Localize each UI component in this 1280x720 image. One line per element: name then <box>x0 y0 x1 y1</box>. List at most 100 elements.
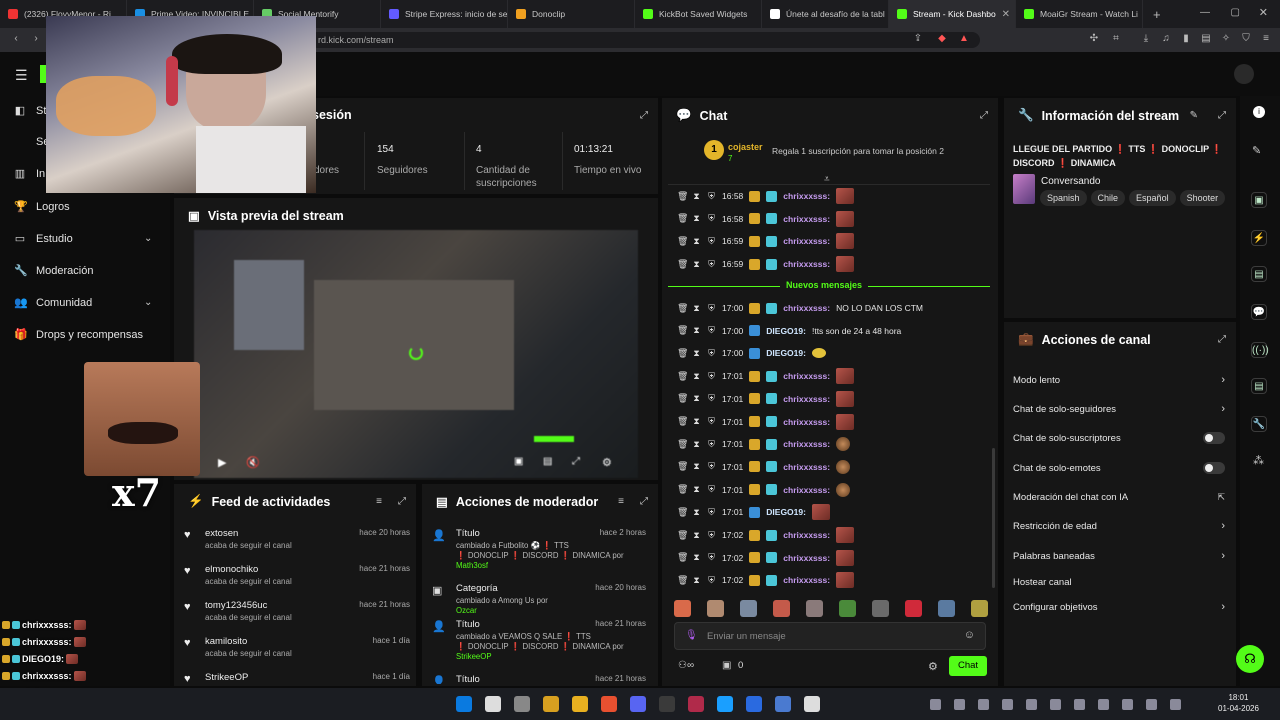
delete-icon[interactable]: 🗑 <box>677 484 688 495</box>
tray-icon[interactable] <box>1122 699 1133 710</box>
chat-message[interactable]: 🗑 ⧗ ⛨ 17:01 DIEGO19: <box>677 503 830 521</box>
task-view-icon[interactable] <box>514 696 530 712</box>
timeout-icon[interactable]: ⧗ <box>692 303 701 314</box>
channel-action[interactable]: Restricción de edad › <box>1013 519 1225 533</box>
message-user[interactable]: chrixxxsss: <box>783 214 830 224</box>
popout-icon[interactable]: ⤢ <box>980 110 988 121</box>
emote-icon[interactable] <box>806 600 823 617</box>
delete-icon[interactable]: 🗑 <box>677 530 688 541</box>
message-user[interactable]: chrixxxsss: <box>783 191 830 201</box>
ban-icon[interactable]: ⛨ <box>707 303 716 314</box>
timeout-icon[interactable]: ⧗ <box>692 348 701 359</box>
maximize-icon[interactable]: ▢ <box>1231 7 1240 18</box>
emote-icon[interactable] <box>905 600 922 617</box>
emoji-icon[interactable]: ☺ <box>964 629 975 641</box>
brave-icon[interactable] <box>601 696 617 712</box>
message-user[interactable]: chrixxxsss: <box>783 485 830 495</box>
timeout-icon[interactable]: ⧗ <box>692 530 701 541</box>
chevron-down-icon[interactable]: ⌄ <box>144 297 152 308</box>
tray-icon[interactable] <box>1026 699 1037 710</box>
tray-icon[interactable] <box>1146 699 1157 710</box>
delete-icon[interactable]: 🗑 <box>677 393 688 404</box>
sidebar-item[interactable]: 🔧 Moderación <box>14 264 93 278</box>
chat-input-box[interactable]: 🎙 Enviar un mensaje ☺ <box>674 622 986 650</box>
chevron-down-icon[interactable]: ⌄ <box>144 233 152 244</box>
emote-icon[interactable] <box>707 600 724 617</box>
url-field[interactable]: rd.kick.com/stream <box>310 32 980 48</box>
message-user[interactable]: chrixxxsss: <box>783 553 830 563</box>
edit-icon[interactable]: ✎ <box>1190 110 1198 121</box>
sidebar-toggle-icon[interactable]: ▮ <box>1180 33 1192 45</box>
ban-icon[interactable]: ⛨ <box>707 213 716 224</box>
brave-shield-icon[interactable]: ◆ <box>936 33 948 45</box>
filter-icon[interactable]: ≡ <box>376 496 382 507</box>
expand-icon[interactable]: ⤢ <box>1218 334 1226 345</box>
delete-icon[interactable]: 🗑 <box>677 191 688 202</box>
chevron-right-icon[interactable]: › <box>1221 403 1225 415</box>
hamburger-icon[interactable]: ☰ <box>15 67 28 84</box>
tray-icon[interactable] <box>1002 699 1013 710</box>
discord-icon[interactable] <box>630 696 646 712</box>
expand-icon[interactable]: ⤢ <box>398 496 406 507</box>
app-icon[interactable] <box>688 696 704 712</box>
delete-icon[interactable]: 🗑 <box>677 507 688 518</box>
close-tab-icon[interactable]: ✕ <box>1002 9 1010 20</box>
mute-icon[interactable]: 🔇 <box>246 456 260 469</box>
message-user[interactable]: chrixxxsss: <box>783 575 830 585</box>
feed-item[interactable]: ♥ kamilosito acaba de seguir el canal hace … <box>184 636 414 666</box>
message-user[interactable]: chrixxxsss: <box>783 462 830 472</box>
timeout-icon[interactable]: ⧗ <box>692 371 701 382</box>
steam-icon[interactable] <box>717 696 733 712</box>
fullscreen-icon[interactable]: ⤢ <box>572 456 580 467</box>
channel-action[interactable]: Chat de solo-emotes <box>1013 461 1225 475</box>
clock[interactable]: 18:01 01-04-2026 <box>1218 692 1259 714</box>
ban-icon[interactable]: ⛨ <box>707 348 716 359</box>
rail-stream-icon[interactable]: ▣ <box>1251 192 1267 208</box>
ban-icon[interactable]: ⛨ <box>707 439 716 450</box>
category-thumbnail[interactable] <box>1013 174 1035 204</box>
ban-icon[interactable]: ⛨ <box>707 325 716 336</box>
tray-icon[interactable] <box>978 699 989 710</box>
chevron-right-icon[interactable]: › <box>1221 520 1225 532</box>
timeout-icon[interactable]: ⧗ <box>692 259 701 270</box>
message-user[interactable]: chrixxxsss: <box>783 236 830 246</box>
chat-message[interactable]: 🗑 ⧗ ⛨ 17:00 DIEGO19: <box>677 344 826 362</box>
back-icon[interactable]: ‹ <box>10 33 22 45</box>
emote-icon[interactable] <box>839 600 856 617</box>
toggle-switch[interactable] <box>1203 462 1225 474</box>
new-tab-icon[interactable]: + <box>1153 7 1161 22</box>
ban-icon[interactable]: ⛨ <box>707 371 716 382</box>
channel-action[interactable]: Chat de solo-seguidores › <box>1013 402 1225 416</box>
message-user[interactable]: DIEGO19: <box>766 507 806 517</box>
search-icon[interactable] <box>485 696 501 712</box>
pencil-icon[interactable]: ✎ <box>1252 144 1261 157</box>
delete-icon[interactable]: 🗑 <box>677 213 688 224</box>
browser-tab[interactable]: Únete al desafío de la tabl <box>762 0 889 28</box>
mic-icon[interactable]: 🎙 <box>685 630 698 641</box>
timeout-icon[interactable]: ⧗ <box>692 439 701 450</box>
timeout-icon[interactable]: ⧗ <box>692 552 701 563</box>
timeout-icon[interactable]: ⧗ <box>692 213 701 224</box>
channel-action[interactable]: Configurar objetivos › <box>1013 600 1225 614</box>
preview-video[interactable]: ▶ 🔇 ▣ ▤ ⤢ ⚙ <box>194 230 638 478</box>
share-icon[interactable]: ⇪ <box>912 33 924 45</box>
tray-icon[interactable] <box>954 699 965 710</box>
message-user[interactable]: chrixxxsss: <box>783 259 830 269</box>
leo-icon[interactable]: ✧ <box>1220 33 1232 45</box>
timeout-icon[interactable]: ⧗ <box>692 325 701 336</box>
rail-broadcast-icon[interactable]: ((·)) <box>1251 342 1269 358</box>
sidebar-item[interactable]: ◧ St <box>14 104 47 118</box>
gift-icon[interactable]: ▣ <box>722 660 731 671</box>
timeout-icon[interactable]: ⧗ <box>692 393 701 404</box>
ban-icon[interactable]: ⛨ <box>707 416 716 427</box>
message-user[interactable]: chrixxxsss: <box>783 439 830 449</box>
delete-icon[interactable]: 🗑 <box>677 575 688 586</box>
timeout-icon[interactable]: ⧗ <box>692 236 701 247</box>
emote-icon[interactable] <box>938 600 955 617</box>
rail-wrench-icon[interactable]: 🔧 <box>1251 416 1267 432</box>
chat-message[interactable]: 🗑 ⧗ ⛨ 17:00 chrixxxsss: NO LO DAN LOS CTM <box>677 299 923 317</box>
filter-icon[interactable]: ≡ <box>618 496 624 507</box>
chat-message[interactable]: 🗑 ⧗ ⛨ 16:58 chrixxxsss: <box>677 187 855 205</box>
delete-icon[interactable]: 🗑 <box>677 259 688 270</box>
chat-message[interactable]: 🗑 ⧗ ⛨ 17:01 chrixxxsss: <box>677 367 855 385</box>
